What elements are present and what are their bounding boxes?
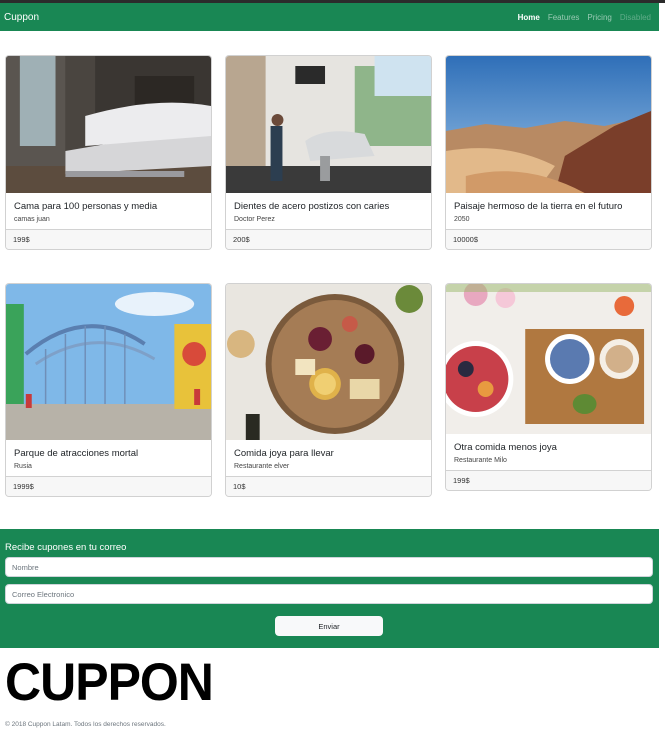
card-subtitle: Rusia: [14, 463, 32, 470]
card-price: 1999$: [6, 476, 211, 496]
nav-link-home[interactable]: Home: [518, 13, 540, 22]
card-subtitle: Restaurante Milo: [454, 457, 507, 464]
bedroom-photo: [6, 56, 211, 193]
card-subtitle: Doctor Perez: [234, 216, 275, 223]
nav-link-features[interactable]: Features: [548, 13, 580, 22]
desert-landscape-photo: [446, 56, 651, 193]
card-price: 199$: [6, 229, 211, 249]
card-subtitle: camas juan: [14, 216, 50, 223]
card-subtitle: 2050: [454, 216, 470, 223]
amusement-park-photo: [6, 284, 211, 440]
card-title: Paisaje hermoso de la tierra en el futur…: [454, 201, 623, 212]
nav-link-disabled: Disabled: [619, 12, 651, 22]
copyright-text: © 2018 Cuppon Latam. Todos los derechos …: [5, 721, 166, 728]
coupon-card[interactable]: Otra comida menos joya Restaurante Milo …: [445, 283, 652, 491]
footer-logo: CUPPON: [5, 652, 214, 712]
dental-clinic-photo: [226, 56, 431, 193]
navbar-brand[interactable]: Cuppon: [4, 12, 39, 23]
subscribe-section: Recibe cupones en tu correo Enviar: [0, 529, 659, 648]
coupon-card[interactable]: Paisaje hermoso de la tierra en el futur…: [445, 55, 652, 250]
card-title: Comida joya para llevar: [234, 448, 334, 459]
card-price: 10$: [226, 476, 431, 496]
coupon-card[interactable]: Comida joya para llevar Restaurante elve…: [225, 283, 432, 497]
breakfast-table-photo: [446, 284, 651, 434]
card-title: Dientes de acero postizos con caries: [234, 201, 390, 212]
email-field[interactable]: [5, 584, 653, 604]
card-price: 199$: [446, 470, 651, 490]
card-title: Cama para 100 personas y media: [14, 201, 158, 212]
subscribe-heading: Recibe cupones en tu correo: [5, 542, 127, 553]
send-button[interactable]: Enviar: [275, 616, 383, 636]
nav-link-pricing[interactable]: Pricing: [587, 13, 611, 22]
card-title: Parque de atracciones mortal: [14, 448, 139, 459]
card-title: Otra comida menos joya: [454, 442, 557, 453]
nav-links: Home Features Pricing Disabled: [518, 13, 655, 22]
coupon-card[interactable]: Cama para 100 personas y media camas jua…: [5, 55, 212, 250]
name-field[interactable]: [5, 557, 653, 577]
food-platter-photo: [226, 284, 431, 440]
card-price: 10000$: [446, 229, 651, 249]
card-subtitle: Restaurante elver: [234, 463, 290, 470]
coupon-card[interactable]: Parque de atracciones mortal Rusia 1999$: [5, 283, 212, 497]
coupon-card[interactable]: Dientes de acero postizos con caries Doc…: [225, 55, 432, 250]
card-price: 200$: [226, 229, 431, 249]
navbar: Cuppon Home Features Pricing Disabled: [0, 3, 659, 31]
